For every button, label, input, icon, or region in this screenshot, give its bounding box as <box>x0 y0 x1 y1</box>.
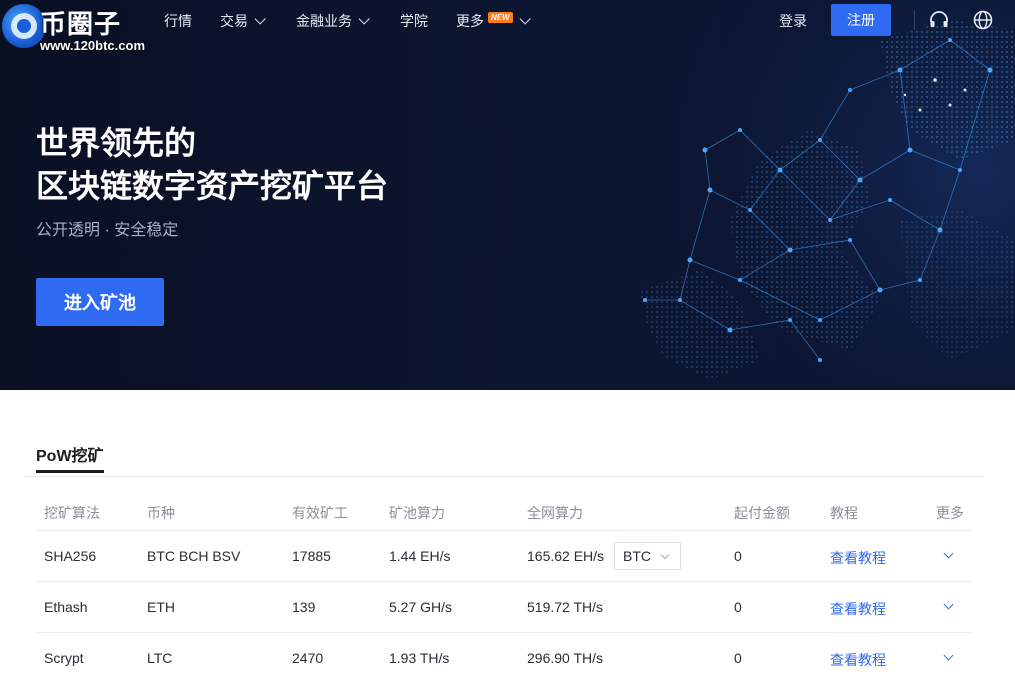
cell-min-payout: 0 <box>734 599 742 615</box>
cell-pool-hashrate: 1.44 EH/s <box>389 548 451 564</box>
cell-network-hashrate: 165.62 EH/s <box>527 548 605 564</box>
expand-chevron-icon[interactable] <box>943 548 954 559</box>
nav-item-label: 金融业务 <box>296 13 352 29</box>
nav-item-more[interactable]: 更多 NEW <box>456 11 531 31</box>
chevron-down-icon <box>519 13 531 25</box>
chevron-down-icon <box>254 13 266 25</box>
register-button[interactable]: 注册 <box>831 4 891 36</box>
nav-item-label: 更多 <box>456 13 484 29</box>
cell-network-hashrate: 519.72 TH/s <box>527 599 604 615</box>
nav-item-market[interactable]: 行情 <box>164 11 192 31</box>
expand-chevron-icon[interactable] <box>943 599 954 610</box>
tutorial-link[interactable]: 查看教程 <box>830 599 886 619</box>
top-nav: 币圈子 www.120btc.com 行情 交易 金融业务 学院 更多 NEW … <box>0 0 1015 53</box>
cell-coins: ETH <box>147 599 175 615</box>
login-link[interactable]: 登录 <box>779 11 807 31</box>
cell-network-hashrate: 296.90 TH/s <box>527 650 604 666</box>
tutorial-link[interactable]: 查看教程 <box>830 650 886 670</box>
col-header-coin: 币种 <box>147 505 175 521</box>
section-divider <box>24 476 984 477</box>
new-badge: NEW <box>488 11 513 23</box>
table-row: Ethash ETH 139 5.27 GH/s 519.72 TH/s 0 查… <box>36 581 972 632</box>
coin-select[interactable]: BTC <box>614 542 681 570</box>
headset-icon[interactable] <box>928 9 950 31</box>
globe-icon[interactable] <box>972 9 994 31</box>
nav-item-label: 行情 <box>164 13 192 29</box>
hero-title-line2: 区块链数字资产挖矿平台 <box>36 168 389 204</box>
cell-pool-hashrate: 5.27 GH/s <box>389 599 453 615</box>
coin-select-value: BTC <box>623 548 651 564</box>
hero-subtitle: 公开透明 · 安全稳定 <box>36 222 179 239</box>
col-header-tutorial: 教程 <box>830 505 858 521</box>
chevron-down-icon <box>660 550 670 560</box>
cell-miners: 17885 <box>292 548 331 564</box>
logo-url: www.120btc.com <box>40 38 145 53</box>
col-header-pool-hashrate: 矿池算力 <box>389 505 445 521</box>
hero-title-line1: 世界领先的 <box>36 125 197 161</box>
cell-coins: LTC <box>147 650 173 666</box>
enter-pool-button[interactable]: 进入矿池 <box>36 278 164 326</box>
tutorial-link[interactable]: 查看教程 <box>830 548 886 568</box>
col-header-miners: 有效矿工 <box>292 505 348 521</box>
tab-pow-mining[interactable]: PoW挖矿 <box>36 442 104 466</box>
logo-title: 币圈子 <box>40 9 122 39</box>
col-header-algorithm: 挖矿算法 <box>44 505 100 521</box>
cell-algorithm: Scrypt <box>44 650 84 666</box>
nav-item-academy[interactable]: 学院 <box>400 11 428 31</box>
nav-item-label: 学院 <box>400 13 428 29</box>
nav-item-label: 交易 <box>220 13 248 29</box>
globe-illustration <box>620 0 1015 390</box>
cell-min-payout: 0 <box>734 650 742 666</box>
hero-title: 世界领先的 区块链数字资产挖矿平台 <box>36 122 388 208</box>
expand-chevron-icon[interactable] <box>943 650 954 661</box>
cell-algorithm: Ethash <box>44 599 88 615</box>
col-header-network-hashrate: 全网算力 <box>527 505 583 521</box>
cell-miners: 139 <box>292 599 316 615</box>
cell-algorithm: SHA256 <box>44 548 97 564</box>
brand-logo[interactable]: 币圈子 www.120btc.com <box>0 0 160 58</box>
col-header-min-payout: 起付金额 <box>734 505 790 521</box>
cell-miners: 2470 <box>292 650 324 666</box>
nav-divider <box>914 10 915 30</box>
hero-banner: 币圈子 www.120btc.com 行情 交易 金融业务 学院 更多 NEW … <box>0 0 1015 390</box>
nav-item-trade[interactable]: 交易 <box>220 11 266 31</box>
table-row: SHA256 BTC BCH BSV 17885 1.44 EH/s 165.6… <box>36 530 972 581</box>
cell-pool-hashrate: 1.93 TH/s <box>389 650 450 666</box>
col-header-more: 更多 <box>936 505 964 521</box>
cell-coins: BTC BCH BSV <box>147 548 241 564</box>
cell-min-payout: 0 <box>734 548 742 564</box>
tab-active-indicator <box>36 470 104 473</box>
nav-item-finance[interactable]: 金融业务 <box>296 11 370 31</box>
chevron-down-icon <box>358 13 370 25</box>
table-row: Scrypt LTC 2470 1.93 TH/s 296.90 TH/s 0 … <box>36 632 972 683</box>
